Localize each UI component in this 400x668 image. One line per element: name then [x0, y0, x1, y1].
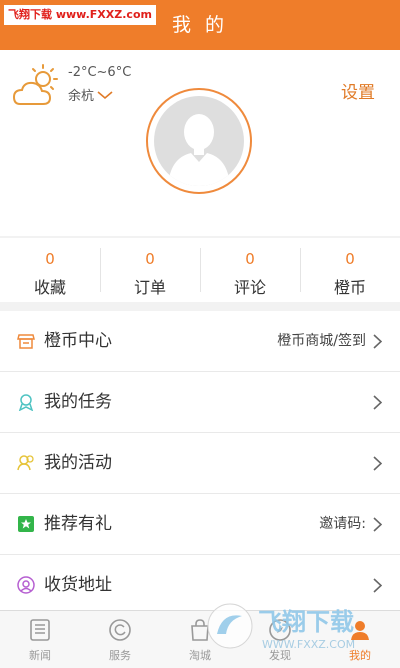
city-label: 余杭 [68, 89, 95, 104]
avatar-image [154, 96, 244, 186]
chevron-right-icon [373, 578, 382, 593]
brand-watermark-title: 飞翔下载 [258, 608, 354, 636]
stat-label: 评论 [233, 278, 266, 297]
chevron-right-icon [373, 334, 382, 349]
tab-label: 服务 [109, 649, 131, 662]
stat-value: 0 [245, 250, 255, 268]
default-user-silhouette-icon [168, 114, 230, 186]
menu-item-label: 橙币中心 [44, 331, 112, 351]
stat-value: 0 [45, 250, 55, 268]
service-icon [109, 619, 131, 641]
activity-icon [17, 455, 34, 471]
address-icon [17, 576, 35, 594]
menu-item-extra: 邀请码: [319, 516, 366, 532]
settings-link[interactable]: 设置 [341, 78, 375, 103]
menu-item-label: 推荐有礼 [44, 514, 112, 534]
stat-coins[interactable]: 0 橙币 [300, 238, 400, 302]
avatar[interactable] [146, 88, 252, 194]
tab-service[interactable]: 服务 [80, 611, 160, 668]
chevron-right-icon [373, 517, 382, 532]
menu-item-label: 我的任务 [44, 392, 112, 412]
city-selector[interactable]: 余杭 [68, 85, 113, 104]
page-title: 我 的 [171, 14, 229, 36]
stat-label: 橙币 [333, 278, 366, 297]
task-icon [18, 394, 34, 411]
stat-label: 收藏 [33, 278, 66, 297]
news-icon [30, 619, 50, 641]
gift-icon [18, 516, 34, 532]
chevron-down-icon [97, 90, 113, 99]
tab-label: 新闻 [29, 649, 51, 662]
menu-item-coin-center[interactable]: 橙币中心 橙币商城/签到 [0, 311, 400, 372]
stat-label: 订单 [133, 278, 166, 297]
stat-value: 0 [345, 250, 355, 268]
tab-news[interactable]: 新闻 [0, 611, 80, 668]
shop-icon [17, 334, 35, 349]
stat-value: 0 [145, 250, 155, 268]
menu-item-label: 我的活动 [44, 453, 112, 473]
temperature: -2°C~6°C [68, 65, 132, 80]
partly-cloudy-icon [12, 64, 58, 105]
menu-item-referral[interactable]: 推荐有礼 邀请码: [0, 494, 400, 555]
menu-item-label: 收货地址 [44, 575, 112, 595]
brand-watermark-url: WWW.FXXZ.COM [262, 638, 355, 651]
stats-bar: 0 收藏 0 订单 0 评论 0 橙币 [0, 238, 400, 302]
top-bar: 飞翔下载 www.FXXZ.com 我 的 [0, 0, 400, 50]
menu-item-my-activities[interactable]: 我的活动 [0, 433, 400, 494]
menu-item-extra: 橙币商城/签到 [277, 333, 366, 349]
stat-orders[interactable]: 0 订单 [100, 238, 200, 302]
brand-watermark: 飞翔下载 WWW.FXXZ.COM [207, 603, 355, 651]
profile-header: -2°C~6°C 余杭 设置 [0, 50, 400, 236]
chevron-right-icon [373, 456, 382, 471]
chevron-right-icon [373, 395, 382, 410]
stat-comments[interactable]: 0 评论 [200, 238, 300, 302]
menu-item-my-tasks[interactable]: 我的任务 [0, 372, 400, 433]
menu-list: 橙币中心 橙币商城/签到 我的任务 我的活动 推荐有礼 邀请码: 收货地址 [0, 311, 400, 616]
stat-favorites[interactable]: 0 收藏 [0, 238, 100, 302]
